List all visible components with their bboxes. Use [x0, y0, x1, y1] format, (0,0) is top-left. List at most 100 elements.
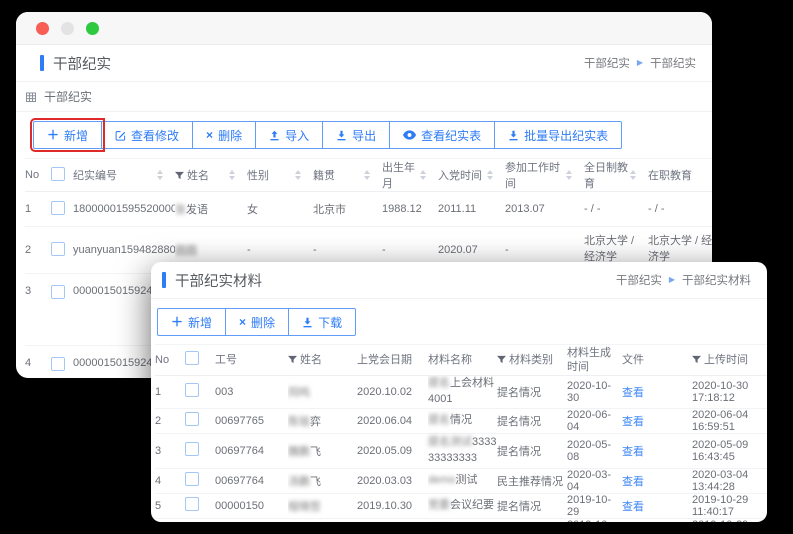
- export-button[interactable]: 导出: [322, 121, 390, 149]
- minimize-dot[interactable]: [61, 22, 74, 35]
- row-checkbox[interactable]: [185, 442, 199, 456]
- filter-funnel-icon[interactable]: [288, 355, 297, 364]
- redacted-name: 圆圆: [175, 245, 197, 257]
- table-row: 3 00697764 魏鹏飞 2020.05.09 提名测试3333333333…: [155, 433, 767, 468]
- row-checkbox[interactable]: [185, 383, 199, 397]
- redacted-name: 汤鹏: [288, 476, 310, 488]
- view-file-link[interactable]: 查看: [622, 446, 644, 458]
- sort-icon[interactable]: [420, 170, 426, 180]
- table-header-row: No 纪实编号 姓名 性别 籍贯 出生年月 入党时间 参加工作时间 全日制教育 …: [25, 159, 712, 192]
- col-meeting-date[interactable]: 上党会日期: [357, 345, 428, 376]
- delete-button[interactable]: × 删除: [192, 121, 256, 149]
- row-checkbox[interactable]: [185, 472, 199, 486]
- breadcrumb-arrow-icon: ▶: [669, 276, 675, 284]
- col-fulltime-edu[interactable]: 全日制教育: [584, 159, 630, 191]
- table-row: 5 00000150 程晓哲 2019.10.30 党委会议纪要 提名情况 20…: [155, 493, 767, 518]
- table-row: 1 18000001595520000 张发语 女 北京市 1988.12 20…: [25, 192, 712, 227]
- col-record-id[interactable]: 纪实编号: [73, 167, 117, 183]
- row-checkbox[interactable]: [51, 357, 65, 371]
- sort-icon[interactable]: [364, 170, 370, 180]
- sort-icon[interactable]: [630, 170, 636, 180]
- delete-button[interactable]: × 删除: [225, 308, 289, 336]
- col-work-date[interactable]: 参加工作时间: [505, 159, 566, 191]
- row-checkbox[interactable]: [51, 201, 65, 215]
- filter-funnel-icon[interactable]: [175, 171, 184, 180]
- breadcrumb: 干部纪实 ▶ 干部纪实材料: [616, 272, 751, 288]
- col-onjob-edu[interactable]: 在职教育: [648, 167, 692, 183]
- breadcrumb-item-current: 干部纪实: [650, 55, 696, 71]
- filter-funnel-icon[interactable]: [692, 355, 701, 364]
- sort-icon[interactable]: [157, 170, 163, 180]
- table-row: 4 00697764 汤鹏飞 2020.03.03 demo测试 民主推荐情况 …: [155, 468, 767, 493]
- sort-icon[interactable]: [487, 170, 493, 180]
- edit-icon: [115, 130, 126, 141]
- row-checkbox[interactable]: [51, 242, 65, 256]
- col-upload-time[interactable]: 上传时间: [692, 353, 767, 367]
- close-icon: ×: [206, 129, 213, 141]
- breadcrumb-arrow-icon: ▶: [637, 59, 643, 67]
- section-label: 干部纪实: [44, 88, 92, 105]
- breadcrumb: 干部纪实 ▶ 干部纪实: [584, 55, 696, 71]
- row-checkbox[interactable]: [185, 412, 199, 426]
- col-material-name[interactable]: 材料名称: [428, 345, 497, 376]
- breadcrumb-item-current: 干部纪实材料: [682, 272, 751, 288]
- breadcrumb-item[interactable]: 干部纪实: [616, 272, 662, 288]
- redacted-name: 陈铭: [288, 416, 310, 428]
- view-file-link[interactable]: 查看: [622, 416, 644, 428]
- table-row: 1 003 同鸣 2020.10.02 提名上会材料4001 提名情况 2020…: [155, 376, 767, 409]
- title-accent-bar: [40, 55, 44, 71]
- eye-icon: [403, 130, 416, 140]
- download-icon: [336, 130, 347, 141]
- table-row: 6 00697764 汤鹏飞 2019.10.30 支部会议纪要 提名情况 20…: [155, 518, 767, 522]
- redacted-name: 同鸣: [288, 387, 310, 399]
- batch-export-record-sheet-button[interactable]: 批量导出纪实表: [494, 121, 622, 149]
- view-record-sheet-button[interactable]: 查看纪实表: [389, 121, 495, 149]
- redacted-name: 张: [175, 204, 186, 216]
- table-row: 2 00697765 陈铭弈 2020.06.04 提名情况 提名情况 2020…: [155, 408, 767, 433]
- table-grid-icon: [25, 91, 37, 103]
- select-all-checkbox[interactable]: [185, 351, 199, 365]
- download-button[interactable]: 下载: [288, 308, 356, 336]
- col-job-no[interactable]: 工号: [215, 345, 288, 376]
- col-name[interactable]: 姓名: [288, 353, 357, 367]
- add-button[interactable]: ＋ 新增: [157, 308, 226, 336]
- row-checkbox[interactable]: [51, 285, 65, 299]
- row-checkbox[interactable]: [185, 497, 199, 511]
- col-birth-date[interactable]: 出生年月: [382, 159, 420, 191]
- sort-icon[interactable]: [229, 170, 235, 180]
- col-name[interactable]: 姓名: [175, 167, 209, 183]
- page-title: 干部纪实材料: [162, 270, 262, 291]
- col-gender[interactable]: 性别: [247, 167, 269, 183]
- view-file-link[interactable]: 查看: [622, 476, 644, 488]
- redacted-name: 魏鹏: [288, 446, 310, 458]
- col-generated-time[interactable]: 材料生成时间: [567, 345, 622, 376]
- redacted-text: 提名: [428, 377, 450, 389]
- col-material-category[interactable]: 材料类别: [497, 353, 567, 367]
- view-edit-button[interactable]: 查看修改: [101, 121, 193, 149]
- download-icon: [508, 130, 519, 141]
- redacted-text: 提名测试: [428, 436, 472, 448]
- import-button[interactable]: 导入: [255, 121, 323, 149]
- col-file[interactable]: 文件: [622, 345, 692, 376]
- breadcrumb-item[interactable]: 干部纪实: [584, 55, 630, 71]
- materials-table: No 工号 姓名 上党会日期 材料名称 材料类别 材料生成时间 文件 上传时间 …: [155, 344, 767, 522]
- select-all-checkbox[interactable]: [51, 167, 65, 181]
- upload-icon: [269, 130, 280, 141]
- redacted-text: 党委: [428, 499, 450, 511]
- close-dot[interactable]: [36, 22, 49, 35]
- add-button[interactable]: ＋ 新增: [33, 121, 102, 149]
- view-file-link[interactable]: 查看: [622, 501, 644, 513]
- redacted-text: demo: [428, 474, 456, 486]
- sort-icon[interactable]: [295, 170, 301, 180]
- front-toolbar: ＋ 新增 × 删除 下载: [151, 299, 767, 344]
- col-native-place[interactable]: 籍贯: [313, 167, 335, 183]
- col-party-date[interactable]: 入党时间: [438, 167, 482, 183]
- filter-funnel-icon[interactable]: [497, 355, 506, 364]
- back-toolbar: ＋ 新增 查看修改 × 删除 导入 导出: [16, 112, 712, 158]
- view-file-link[interactable]: 查看: [622, 387, 644, 399]
- maximize-dot[interactable]: [86, 22, 99, 35]
- download-icon: [302, 317, 313, 328]
- sort-icon[interactable]: [566, 170, 572, 180]
- close-icon: ×: [239, 316, 246, 328]
- redacted-name: 程晓哲: [288, 501, 321, 513]
